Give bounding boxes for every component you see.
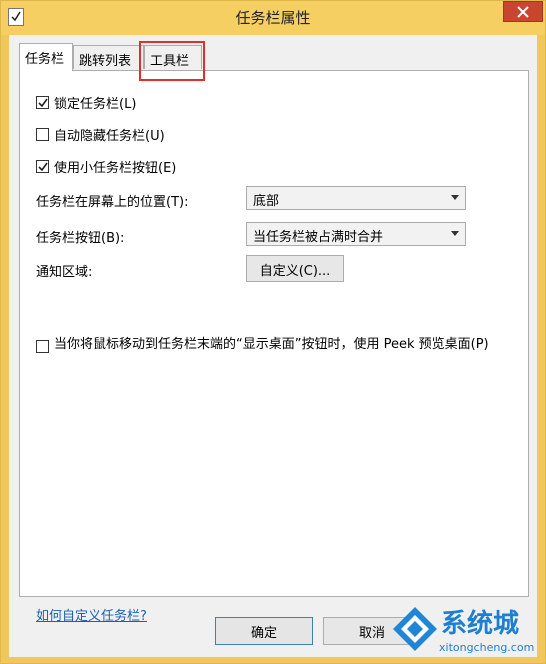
close-button[interactable] bbox=[503, 1, 543, 22]
lock-taskbar-option[interactable]: 锁定任务栏(L) bbox=[36, 93, 136, 112]
window-title: 任务栏属性 bbox=[235, 9, 311, 27]
tab-taskbar[interactable]: 任务栏 bbox=[19, 43, 73, 71]
small-buttons-option[interactable]: 使用小任务栏按钮(E) bbox=[36, 157, 176, 176]
checkmark-icon bbox=[38, 98, 48, 108]
chevron-down-icon bbox=[451, 231, 459, 236]
dialog-client-area: 任务栏 跳转列表 工具栏 锁定任务栏(L) 自动隐藏任务栏(U) 使用小任务栏按… bbox=[9, 35, 537, 657]
lock-taskbar-checkbox[interactable] bbox=[36, 96, 49, 109]
tab-highlight-annotation bbox=[139, 41, 205, 81]
watermark-brand: 系统城 bbox=[441, 609, 520, 639]
auto-hide-label: 自动隐藏任务栏(U) bbox=[54, 129, 165, 144]
lock-taskbar-label: 锁定任务栏(L) bbox=[54, 97, 137, 112]
title-bar[interactable]: 任务栏属性 bbox=[1, 1, 545, 35]
small-buttons-label: 使用小任务栏按钮(E) bbox=[54, 161, 177, 176]
peek-checkbox[interactable] bbox=[36, 340, 49, 353]
buttons-combine-label: 任务栏按钮(B): bbox=[36, 231, 125, 246]
auto-hide-checkbox[interactable] bbox=[36, 128, 49, 141]
watermark-url: xitongcheng.com bbox=[439, 641, 535, 654]
buttons-combine-select-value: 当任务栏被占满时合并 bbox=[253, 230, 384, 245]
tab-jump-list[interactable]: 跳转列表 bbox=[73, 45, 144, 69]
chevron-down-icon bbox=[451, 195, 459, 200]
location-select-value: 底部 bbox=[253, 194, 280, 209]
customize-notification-button[interactable]: 自定义(C)... bbox=[246, 255, 344, 282]
ok-button[interactable]: 确定 bbox=[215, 617, 313, 645]
checkmark-icon bbox=[38, 162, 48, 172]
watermark-logo: 系统城 xitongcheng.com bbox=[391, 597, 541, 661]
location-label: 任务栏在屏幕上的位置(T): bbox=[36, 195, 189, 210]
notification-area-label: 通知区域: bbox=[36, 265, 93, 280]
peek-label: 当你将鼠标移动到任务栏末端的“显示桌面”按钮时，使用 Peek 预览桌面(P) bbox=[54, 337, 489, 352]
brand-logo-icon bbox=[393, 607, 437, 651]
auto-hide-option[interactable]: 自动隐藏任务栏(U) bbox=[36, 125, 165, 144]
taskbar-properties-window: 任务栏属性 任务栏 跳转列表 工具栏 锁定任务栏(L) 自动隐藏任务栏(U) 使… bbox=[0, 0, 546, 664]
help-customize-taskbar-link[interactable]: 如何自定义任务栏? bbox=[36, 605, 147, 624]
taskbar-tab-panel: 锁定任务栏(L) 自动隐藏任务栏(U) 使用小任务栏按钮(E) 任务栏在屏幕上的… bbox=[19, 70, 529, 624]
buttons-combine-select[interactable]: 当任务栏被占满时合并 bbox=[246, 222, 466, 246]
location-select[interactable]: 底部 bbox=[246, 186, 466, 210]
small-buttons-checkbox[interactable] bbox=[36, 160, 49, 173]
close-icon bbox=[517, 6, 529, 18]
